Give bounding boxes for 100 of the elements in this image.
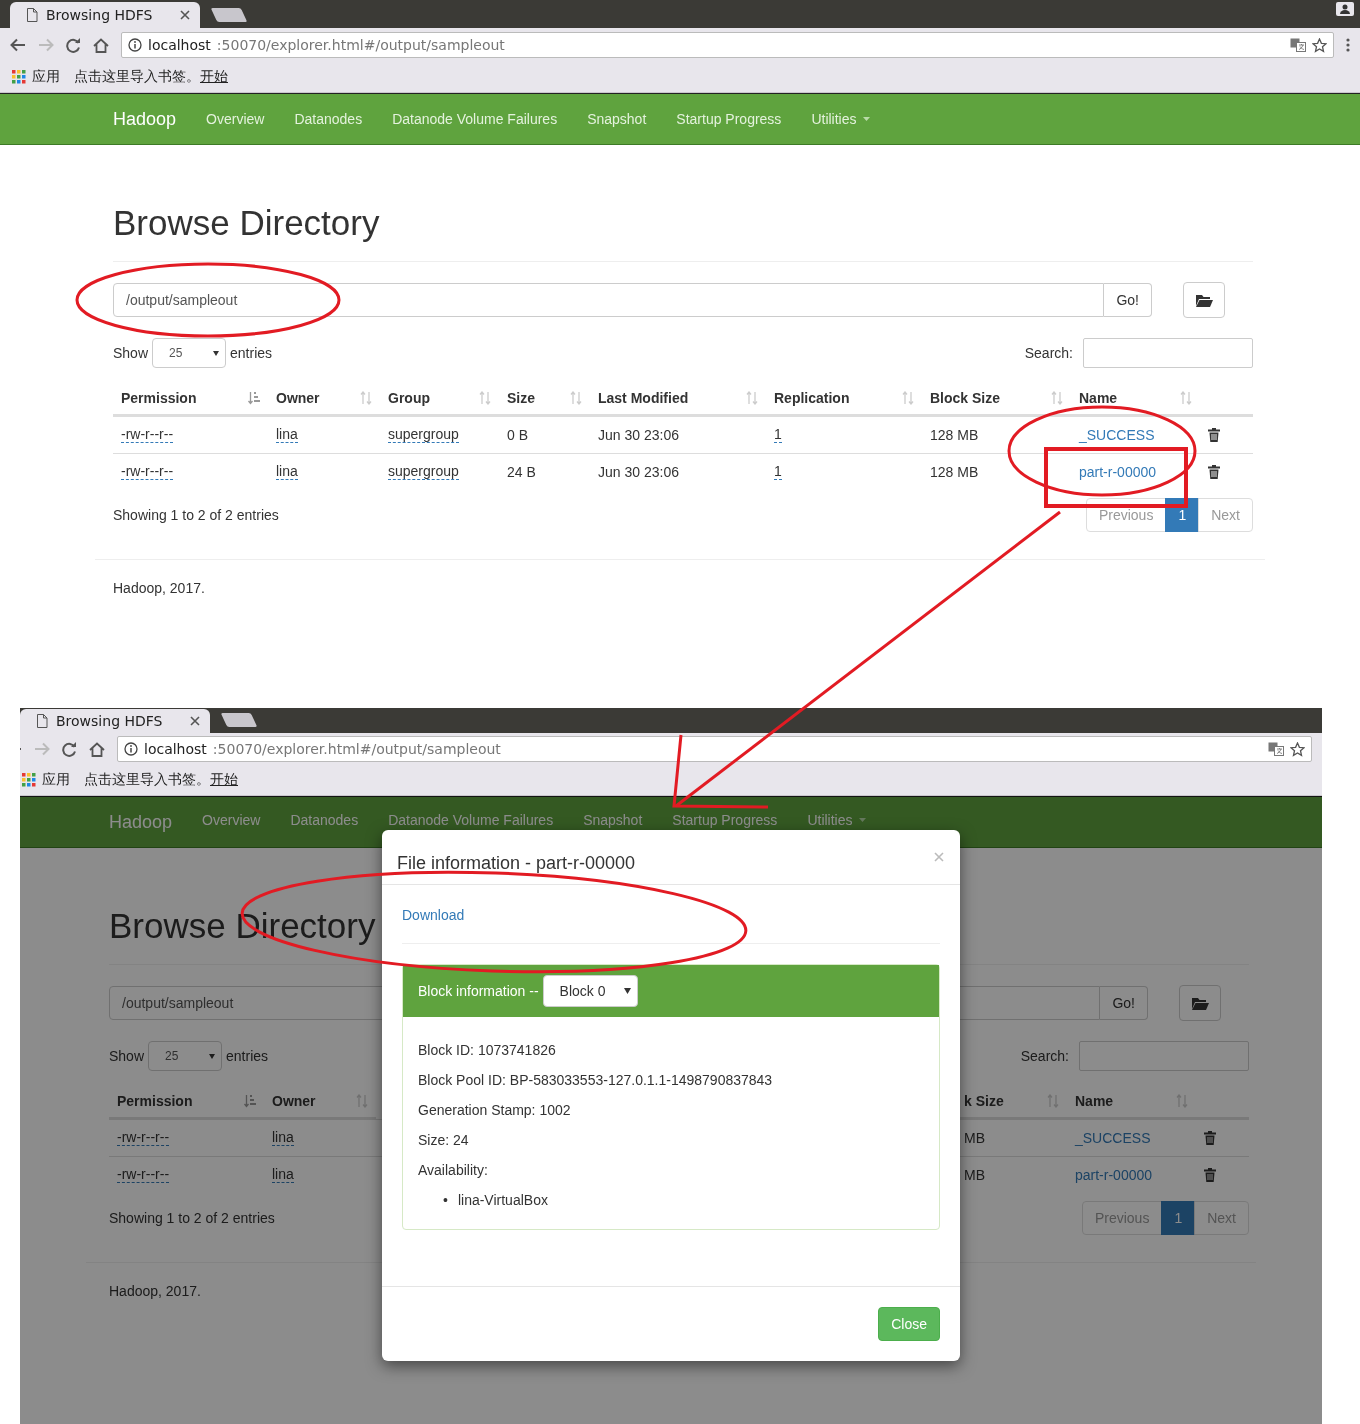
table-cell[interactable]: lina	[272, 1167, 294, 1183]
column-header: Replication	[774, 389, 850, 406]
bookmarks-prompt: 点击这里导入书签。	[84, 771, 210, 789]
bookmarks-link[interactable]: 开始	[210, 771, 238, 789]
table-cell[interactable]: -rw-r--r--	[117, 1130, 170, 1146]
nav-link[interactable]: Snapshot	[587, 111, 647, 127]
column-header: Permission	[117, 1092, 193, 1109]
sort-icon[interactable]	[248, 390, 260, 405]
block-detail: Block ID: 1073741826	[418, 1042, 556, 1058]
column-header: Block Size	[930, 389, 1001, 406]
browser-tab[interactable]: Browsing HDFS	[20, 709, 210, 733]
host-item: lina-VirtualBox	[457, 1191, 548, 1210]
new-tab-button[interactable]	[220, 713, 258, 727]
folder-button[interactable]	[1183, 282, 1225, 318]
translate-icon[interactable]	[1290, 38, 1306, 52]
table-cell[interactable]: lina	[272, 1130, 294, 1146]
panel-title: Block information --	[418, 983, 539, 999]
info-icon	[128, 38, 142, 52]
browser-tab[interactable]: Browsing HDFS	[10, 2, 200, 28]
file-link[interactable]: part-r-00000	[1079, 464, 1157, 480]
star-icon[interactable]	[1290, 741, 1305, 757]
caret-icon	[623, 988, 631, 994]
table-cell[interactable]: supergroup	[388, 464, 459, 480]
bookmarks-link[interactable]: 开始	[200, 68, 228, 86]
table-cell[interactable]: supergroup	[388, 427, 459, 443]
reload-icon[interactable]	[66, 37, 81, 53]
caret-icon	[858, 818, 866, 822]
list-bullet: •	[443, 1191, 448, 1210]
close-icon[interactable]	[190, 716, 200, 726]
nav-link[interactable]: Datanodes	[290, 812, 359, 828]
nav-link[interactable]: Startup Progress	[672, 812, 778, 828]
apps-bookmark[interactable]: 应用	[12, 68, 60, 86]
table-cell: 128 MB	[930, 464, 979, 480]
table-cell[interactable]: lina	[276, 427, 298, 443]
brand-link[interactable]: Hadoop	[113, 108, 177, 130]
go-button[interactable]: Go!	[1104, 283, 1152, 317]
search-field[interactable]	[1083, 338, 1253, 368]
table-cell[interactable]: -rw-r--r--	[121, 464, 174, 480]
download-link[interactable]: Download	[402, 907, 465, 923]
translate-icon[interactable]	[1268, 742, 1284, 756]
nav-link[interactable]: Overview	[202, 812, 261, 828]
table-cell[interactable]: lina	[276, 464, 298, 480]
new-tab-button[interactable]	[210, 8, 248, 22]
page-button[interactable]: 1	[1161, 1201, 1196, 1235]
search-field[interactable]	[1079, 1041, 1249, 1071]
trash-icon[interactable]	[1208, 465, 1220, 479]
file-link[interactable]: _SUCCESS	[1075, 1130, 1151, 1146]
block-detail: Availability:	[418, 1162, 488, 1178]
home-icon[interactable]	[93, 37, 109, 53]
address-bar[interactable]: localhost :50070/explorer.html#/output/sampleout	[117, 736, 1312, 762]
go-button[interactable]: Go!	[1100, 986, 1148, 1020]
table-cell[interactable]: 1	[774, 427, 782, 443]
path-field[interactable]: /output/sampleout	[113, 283, 1105, 317]
table-cell[interactable]: -rw-r--r--	[117, 1167, 170, 1183]
close-icon[interactable]	[180, 10, 190, 20]
nav-link[interactable]: Utilities	[807, 812, 866, 828]
trash-icon[interactable]	[1204, 1168, 1216, 1182]
block-select[interactable]: Block 0	[542, 975, 638, 1007]
page-icon	[36, 714, 48, 728]
star-icon[interactable]	[1312, 37, 1327, 53]
nav-link[interactable]: Datanodes	[294, 111, 363, 127]
apps-bookmark[interactable]: 应用	[22, 771, 70, 789]
menu-icon[interactable]	[1346, 38, 1350, 52]
folder-icon	[1191, 996, 1209, 1010]
nav-link[interactable]: Datanode Volume Failures	[392, 111, 558, 127]
person-icon[interactable]	[1340, 4, 1350, 14]
nav-link[interactable]: Datanode Volume Failures	[388, 812, 554, 828]
show-label: Show	[113, 345, 149, 361]
table-cell[interactable]: -rw-r--r--	[121, 427, 174, 443]
trash-icon[interactable]	[1204, 1131, 1216, 1145]
caret-icon	[209, 1053, 216, 1059]
reload-icon[interactable]	[62, 741, 77, 757]
trash-icon[interactable]	[1208, 428, 1220, 442]
table-cell: 0 B	[507, 427, 528, 443]
show-label: Show	[109, 1048, 145, 1064]
column-header: Owner	[276, 389, 320, 406]
nav-link[interactable]: Utilities	[811, 111, 870, 127]
table-cell: 128 MB	[930, 427, 979, 443]
column-header: Owner	[272, 1092, 316, 1109]
back-icon[interactable]	[10, 38, 26, 52]
file-link[interactable]: part-r-00000	[1075, 1167, 1153, 1183]
nav-link[interactable]: Snapshot	[583, 812, 643, 828]
column-header: Last Modified	[598, 389, 689, 406]
column-header: Size	[507, 389, 535, 406]
table-cell[interactable]: 1	[774, 464, 782, 480]
nav-link[interactable]: Startup Progress	[676, 111, 782, 127]
page-size-select[interactable]: 25	[148, 1041, 223, 1071]
address-bar[interactable]: localhost :50070/explorer.html#/output/sampleout	[121, 32, 1334, 58]
close-button[interactable]: Close	[878, 1307, 940, 1341]
file-link[interactable]: _SUCCESS	[1079, 427, 1155, 443]
folder-button[interactable]	[1179, 985, 1221, 1021]
table-cell: MB	[964, 1130, 985, 1146]
nav-link[interactable]: Overview	[206, 111, 265, 127]
page-button[interactable]: 1	[1165, 498, 1200, 532]
home-icon[interactable]	[89, 741, 105, 757]
page-size-select[interactable]: 25	[152, 338, 227, 368]
page-icon	[26, 8, 38, 22]
page-heading: Browse Directory	[113, 203, 380, 243]
block-detail: Size: 24	[418, 1132, 469, 1148]
table-cell: 24 B	[507, 464, 536, 480]
